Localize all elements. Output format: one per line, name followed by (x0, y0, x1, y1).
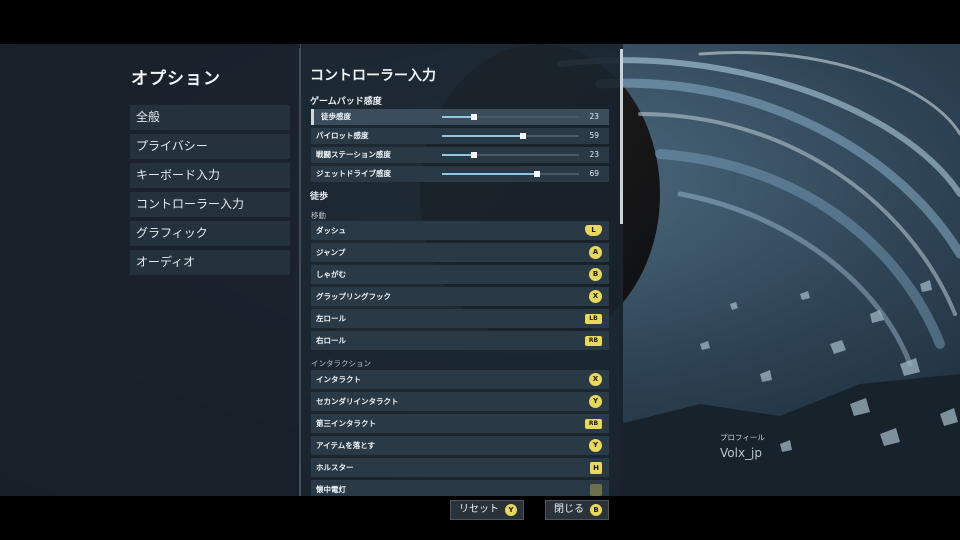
slider-track[interactable] (442, 133, 579, 139)
nav-item-privacy[interactable]: プライバシー (130, 134, 290, 159)
b-button-icon: B (590, 504, 602, 516)
scrollbar-thumb[interactable] (620, 49, 623, 224)
stick-click-icon: L (585, 225, 602, 236)
slider-fill (442, 116, 474, 118)
reset-label: リセット (459, 504, 499, 515)
x-button-icon: X (589, 290, 602, 303)
rb-button-icon: RB (585, 419, 602, 429)
bind-label: 懐中電灯 (316, 485, 346, 494)
options-screen: オプション 全般 プライバシー キーボード入力 コントローラー入力 グラフィック… (0, 44, 960, 496)
bind-row-holster[interactable]: ホルスター H (311, 458, 609, 477)
slider-fill (442, 154, 474, 156)
letterbox-top (0, 0, 960, 44)
options-title: オプション (131, 69, 221, 89)
lb-button-icon: LB (585, 314, 602, 324)
slider-track[interactable] (442, 152, 579, 158)
bind-label: アイテムを落とす (316, 441, 376, 450)
bind-label: ジャンプ (316, 248, 346, 257)
nav-item-audio[interactable]: オーディオ (130, 250, 290, 275)
profile-label: プロフィール (720, 433, 765, 442)
x-button-icon: X (589, 373, 602, 386)
a-button-icon: A (589, 246, 602, 259)
slider-label: 戦闘ステーション感度 (316, 150, 391, 159)
slider-value: 59 (589, 131, 599, 140)
bind-row-interact[interactable]: インタラクト X (311, 370, 609, 389)
bind-row-tertiary-interact[interactable]: 第三インタラクト RB (311, 414, 609, 433)
y-button-icon: Y (505, 504, 517, 516)
close-button[interactable]: 閉じる B (545, 500, 609, 520)
slider-value: 69 (589, 169, 599, 178)
controller-settings-panel: コントローラー入力 ゲームパッド感度 徒歩感度 23 パイロット感度 59 戦闘… (301, 44, 623, 496)
nav-item-controller[interactable]: コントローラー入力 (130, 192, 290, 217)
footer-bar: リセット Y 閉じる B (0, 496, 960, 540)
slider-label: パイロット感度 (316, 131, 369, 140)
nav-item-keyboard[interactable]: キーボード入力 (130, 163, 290, 188)
y-button-icon: Y (589, 395, 602, 408)
bind-row-flashlight[interactable]: 懐中電灯 (311, 480, 609, 496)
bind-label: しゃがむ (316, 270, 346, 279)
interaction-subheading: インタラクション (311, 359, 371, 368)
dpad-button-icon: H (590, 462, 602, 474)
slider-knob[interactable] (534, 171, 540, 177)
nav-item-general[interactable]: 全般 (130, 105, 290, 130)
bind-label: 右ロール (316, 336, 346, 345)
slider-fill (442, 173, 537, 175)
gamepad-section-heading: ゲームパッド感度 (310, 97, 382, 107)
slider-label: ジェットドライブ感度 (316, 169, 391, 178)
rb-button-icon: RB (585, 336, 602, 346)
slider-track[interactable] (442, 114, 579, 120)
bind-row-roll-right[interactable]: 右ロール RB (311, 331, 609, 350)
slider-row-pilot[interactable]: パイロット感度 59 (311, 128, 609, 144)
movement-subheading: 移動 (311, 211, 326, 220)
slider-track[interactable] (442, 171, 579, 177)
b-button-icon: B (589, 268, 602, 281)
bind-row-roll-left[interactable]: 左ロール LB (311, 309, 609, 328)
bind-label: インタラクト (316, 375, 361, 384)
bind-row-crouch[interactable]: しゃがむ B (311, 265, 609, 284)
options-nav: 全般 プライバシー キーボード入力 コントローラー入力 グラフィック オーディオ (130, 105, 290, 279)
options-sidebar: オプション 全般 プライバシー キーボード入力 コントローラー入力 グラフィック… (0, 44, 300, 496)
panel-title: コントローラー入力 (310, 68, 436, 84)
slider-fill (442, 135, 523, 137)
bind-label: グラップリングフック (316, 292, 391, 301)
close-label: 閉じる (554, 504, 584, 515)
nav-item-graphics[interactable]: グラフィック (130, 221, 290, 246)
slider-value: 23 (589, 150, 599, 159)
reset-button[interactable]: リセット Y (450, 500, 524, 520)
profile-name: Volx_jp (720, 446, 763, 460)
bind-row-dash[interactable]: ダッシュ L (311, 221, 609, 240)
panel-scrollbar[interactable] (620, 49, 623, 496)
bind-row-drop-item[interactable]: アイテムを落とす Y (311, 436, 609, 455)
bind-row-secondary-interact[interactable]: セカンダリインタラクト Y (311, 392, 609, 411)
slider-knob[interactable] (471, 114, 477, 120)
bind-label: 左ロール (316, 314, 346, 323)
walk-section-heading: 徒歩 (310, 192, 329, 202)
slider-row-jetdrive[interactable]: ジェットドライブ感度 69 (311, 166, 609, 182)
slider-knob[interactable] (471, 152, 477, 158)
slider-label: 徒歩感度 (321, 112, 351, 121)
slider-row-walk[interactable]: 徒歩感度 23 (311, 109, 609, 125)
y-button-icon: Y (589, 439, 602, 452)
bind-label: ダッシュ (316, 226, 346, 235)
bind-label: ホルスター (316, 463, 354, 472)
bind-label: 第三インタラクト (316, 419, 376, 428)
dpad-button-icon (590, 484, 602, 496)
slider-row-combat-station[interactable]: 戦闘ステーション感度 23 (311, 147, 609, 163)
bind-row-jump[interactable]: ジャンプ A (311, 243, 609, 262)
bind-label: セカンダリインタラクト (316, 397, 399, 406)
slider-knob[interactable] (520, 133, 526, 139)
slider-value: 23 (589, 112, 599, 121)
bind-row-grapple[interactable]: グラップリングフック X (311, 287, 609, 306)
